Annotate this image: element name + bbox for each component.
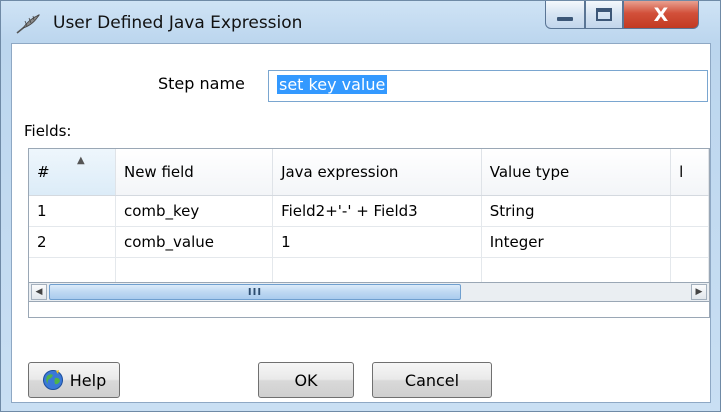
column-header-number[interactable]: # ▲ [29, 149, 116, 196]
window-title: User Defined Java Expression [53, 13, 303, 33]
ok-button[interactable]: OK [258, 362, 354, 398]
minimize-button[interactable] [545, 1, 585, 29]
cell-java-expression[interactable]: 1 [272, 226, 482, 258]
help-button[interactable]: Help [28, 362, 120, 398]
ok-button-label: OK [294, 370, 318, 390]
step-name-value: set key value [277, 75, 388, 94]
cell-new-field[interactable]: comb_key [115, 195, 274, 227]
horizontal-scrollbar[interactable]: ◀ III ▶ [28, 282, 710, 302]
step-name-input[interactable]: set key value [268, 70, 708, 102]
title-bar[interactable]: User Defined Java Expression X [1, 1, 720, 43]
maximize-icon [596, 8, 612, 21]
maximize-button[interactable] [585, 1, 623, 29]
scroll-right-button[interactable]: ▶ [691, 284, 707, 300]
arrow-left-icon: ◀ [35, 287, 43, 297]
column-header-length[interactable]: l [670, 149, 709, 196]
fields-label: Fields: [24, 122, 72, 140]
close-button[interactable]: X [623, 1, 699, 29]
scroll-left-button[interactable]: ◀ [31, 284, 47, 300]
cell-value-type[interactable]: String [481, 195, 672, 227]
column-header-new-field[interactable]: New field [115, 149, 274, 196]
cell-java-expression[interactable]: Field2+'-' + Field3 [272, 195, 482, 227]
scroll-grip: III [247, 286, 263, 298]
cell-new-field[interactable]: comb_value [115, 226, 274, 258]
feather-quill-icon [16, 14, 40, 34]
cell-length[interactable] [670, 226, 709, 258]
table-row[interactable]: 1 comb_key Field2+'-' + Field3 String [29, 195, 709, 227]
sort-ascending-icon: ▲ [77, 155, 85, 166]
minimize-icon [557, 16, 573, 21]
row-number[interactable]: 2 [29, 226, 116, 258]
column-header-java-expression[interactable]: Java expression [272, 149, 482, 196]
dialog-window: User Defined Java Expression X Step name… [0, 0, 721, 412]
close-icon: X [653, 3, 669, 26]
cell-value-type[interactable]: Integer [481, 226, 672, 258]
step-name-label: Step name [158, 74, 245, 93]
arrow-right-icon: ▶ [695, 287, 703, 297]
row-number[interactable]: 1 [29, 195, 116, 227]
cancel-button-label: Cancel [404, 370, 460, 390]
column-header-number-label: # [37, 162, 50, 181]
cancel-button[interactable]: Cancel [372, 362, 492, 398]
scrollbar-thumb[interactable]: III [49, 284, 461, 300]
table-header-row: # ▲ New field Java expression Value type… [29, 149, 709, 196]
globe-help-icon [42, 370, 63, 390]
help-button-label: Help [69, 370, 107, 390]
cell-length[interactable] [670, 195, 709, 227]
table-row[interactable]: 2 comb_value 1 Integer [29, 226, 709, 258]
column-header-value-type[interactable]: Value type [481, 149, 672, 196]
dialog-client-area: Step name set key value Fields: # ▲ New … [11, 43, 711, 403]
